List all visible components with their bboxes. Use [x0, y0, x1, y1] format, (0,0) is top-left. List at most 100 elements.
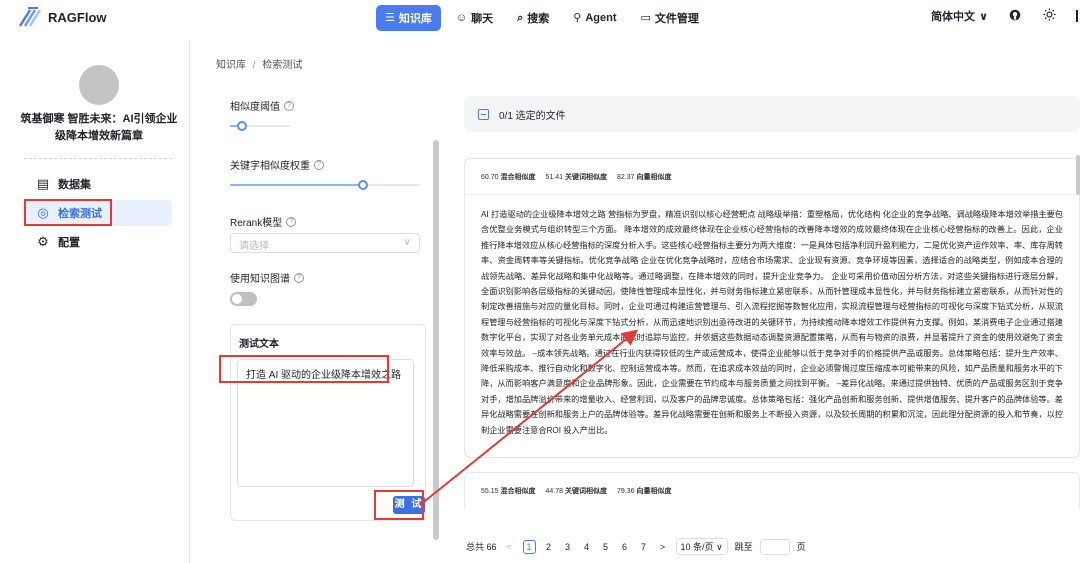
- menu-icon[interactable]: [1076, 10, 1080, 22]
- gear-icon: ⚙: [37, 234, 49, 249]
- folder-icon: ▭: [640, 11, 651, 24]
- search-icon: ⌕: [517, 11, 524, 24]
- help-icon[interactable]: ?: [284, 100, 294, 111]
- nav-chat[interactable]: ☺ 聊天: [447, 5, 502, 31]
- score-value: 82.37: [616, 173, 635, 181]
- chevron-down-icon: ∨: [716, 542, 723, 552]
- help-icon[interactable]: ?: [294, 272, 304, 283]
- nav-label: 聊天: [471, 13, 494, 25]
- test-text-input[interactable]: 打造 AI 驱动的企业级降本增效之路: [237, 359, 414, 487]
- result-content: AI 打造驱动的企业级降本增效之路 营指标为罗盘，精准识别以核心经营靶点 战略级…: [481, 210, 1063, 435]
- page-button[interactable]: 1: [522, 539, 536, 554]
- page-button[interactable]: 6: [619, 542, 631, 552]
- score-hybrid: 55.15 混合相似度: [481, 486, 535, 496]
- keyword-weight-slider[interactable]: [230, 180, 420, 190]
- page-button[interactable]: 5: [600, 542, 612, 552]
- similarity-threshold-label: 相似度阈值 ?: [230, 98, 294, 113]
- main-nav: ☰ 知识库 ☺ 聊天 ⌕ 搜索 ⚲ Agent ▭ 文件管理: [376, 5, 708, 31]
- results-scrollbar[interactable]: [1076, 155, 1080, 195]
- kb-avatar: [79, 65, 119, 105]
- nav-file-management[interactable]: ▭ 文件管理: [632, 5, 708, 31]
- score-keyword: 51.41 关键词相似度: [545, 172, 606, 182]
- test-button[interactable]: 测 试: [393, 496, 425, 514]
- label-text: 相似度阈值: [230, 102, 280, 113]
- page-button[interactable]: 3: [562, 542, 574, 552]
- sidebar-item-dataset[interactable]: ▤ 数据集: [22, 171, 172, 197]
- language-label: 简体中文: [931, 11, 976, 23]
- similarity-threshold-slider[interactable]: [230, 121, 290, 131]
- test-text-section: 测试文本 打造 AI 驱动的企业级降本增效之路 测 试: [230, 324, 426, 521]
- app-logo[interactable]: RAGFlow: [18, 6, 107, 28]
- keyword-weight-label: 关键字相似度权重 ?: [230, 157, 324, 172]
- label-text: Rerank模型: [230, 218, 283, 229]
- language-selector[interactable]: 简体中文 ∨: [931, 8, 988, 24]
- breadcrumb-separator: /: [252, 60, 256, 71]
- target-icon: ◎: [37, 205, 49, 220]
- nav-label: Agent: [585, 12, 617, 24]
- sidebar-item-retrieval-test[interactable]: ◎ 检索测试: [22, 200, 172, 226]
- score-label: 向量相似度: [636, 173, 672, 181]
- agent-icon: ⚲: [573, 11, 582, 24]
- ragflow-logo-icon: [18, 6, 42, 28]
- nav-agent[interactable]: ⚲ Agent: [564, 5, 625, 31]
- page-button[interactable]: 2: [543, 542, 555, 552]
- goto-label: 跳至: [734, 542, 753, 552]
- sidebar-item-settings[interactable]: ⚙ 配置: [22, 229, 172, 255]
- next-page-button[interactable]: >: [657, 542, 669, 552]
- github-icon[interactable]: [1008, 9, 1022, 24]
- result-card[interactable]: 60.70 混合相似度 51.41 关键词相似度 82.37 向量相似度 AI …: [464, 158, 1080, 458]
- page-button[interactable]: 7: [638, 542, 650, 552]
- score-value: 79.36: [616, 488, 635, 495]
- label-text: 使用知识图谱: [230, 274, 290, 285]
- result-scores: 60.70 混合相似度 51.41 关键词相似度 82.37 向量相似度: [465, 159, 1079, 195]
- help-icon[interactable]: ?: [286, 216, 297, 227]
- sun-icon[interactable]: [1042, 8, 1056, 24]
- result-card[interactable]: 55.15 混合相似度 44.78 关键词相似度 79.36 向量相似度: [464, 472, 1080, 512]
- breadcrumb: 知识库 / 检索测试: [216, 56, 302, 71]
- goto-page-input[interactable]: [759, 538, 790, 555]
- sidebar-item-label: 数据集: [58, 179, 91, 191]
- select-placeholder: 请选择: [239, 241, 269, 252]
- page-size-value: 10 条/页: [680, 542, 714, 552]
- nav-label: 搜索: [527, 13, 550, 25]
- slider-fill: [230, 184, 363, 186]
- selected-files-bar[interactable]: 0/1 选定的文件: [464, 96, 1080, 132]
- nav-search[interactable]: ⌕ 搜索: [508, 5, 558, 31]
- nav-knowledge-base[interactable]: ☰ 知识库: [376, 5, 441, 31]
- top-header: RAGFlow ☰ 知识库 ☺ 聊天 ⌕ 搜索 ⚲ Agent ▭ 文件管理 简…: [0, 0, 1080, 36]
- score-value: 55.15: [481, 488, 499, 495]
- page-unit-label: 页: [796, 542, 806, 552]
- page-size-select[interactable]: 10 条/页 ∨: [675, 538, 728, 555]
- score-value: 44.78: [545, 488, 564, 495]
- score-vector: 79.36 向量相似度: [617, 486, 671, 496]
- database-icon: ☰: [385, 11, 395, 24]
- kb-sidebar: 筑基御寒 智胜未来：AI引领企业级降本增效新篇章 ▤ 数据集 ◎ 检索测试 ⚙ …: [0, 40, 190, 563]
- score-hybrid: 60.70 混合相似度: [481, 172, 535, 182]
- rerank-model-select[interactable]: 请选择 ∨: [230, 233, 420, 253]
- chevron-down-icon: ∨: [979, 10, 988, 23]
- slider-thumb[interactable]: [237, 121, 247, 131]
- help-icon[interactable]: ?: [314, 159, 324, 170]
- header-actions: 简体中文 ∨: [931, 8, 1080, 24]
- sidebar-item-label: 配置: [58, 237, 80, 249]
- knowledge-graph-toggle[interactable]: [230, 292, 257, 306]
- slider-thumb[interactable]: [358, 180, 368, 190]
- score-label: 混合相似度: [500, 488, 536, 495]
- sidebar-item-label: 检索测试: [58, 208, 102, 220]
- page-button[interactable]: 4: [581, 542, 593, 552]
- breadcrumb-current: 检索测试: [262, 60, 303, 71]
- selected-files-text: 0/1 选定的文件: [499, 110, 566, 122]
- total-count: 总共 66: [466, 542, 497, 552]
- score-vector: 82.37 向量相似度: [617, 172, 671, 182]
- score-label: 关键词相似度: [564, 488, 607, 495]
- panel-scrollbar[interactable]: [433, 140, 439, 540]
- pagination: 总共 66 < 1 2 3 4 5 6 7 > 10 条/页 ∨ 跳至 页: [466, 538, 806, 555]
- score-keyword: 44.78 关键词相似度: [545, 486, 606, 496]
- collapse-icon[interactable]: [478, 108, 489, 120]
- kb-title: 筑基御寒 智胜未来：AI引领企业级降本增效新篇章: [20, 113, 178, 142]
- file-icon: ▤: [36, 176, 50, 191]
- score-label: 向量相似度: [636, 488, 672, 495]
- rerank-label: Rerank模型 ?: [230, 214, 297, 229]
- breadcrumb-root[interactable]: 知识库: [216, 60, 246, 71]
- prev-page-button[interactable]: <: [504, 542, 516, 552]
